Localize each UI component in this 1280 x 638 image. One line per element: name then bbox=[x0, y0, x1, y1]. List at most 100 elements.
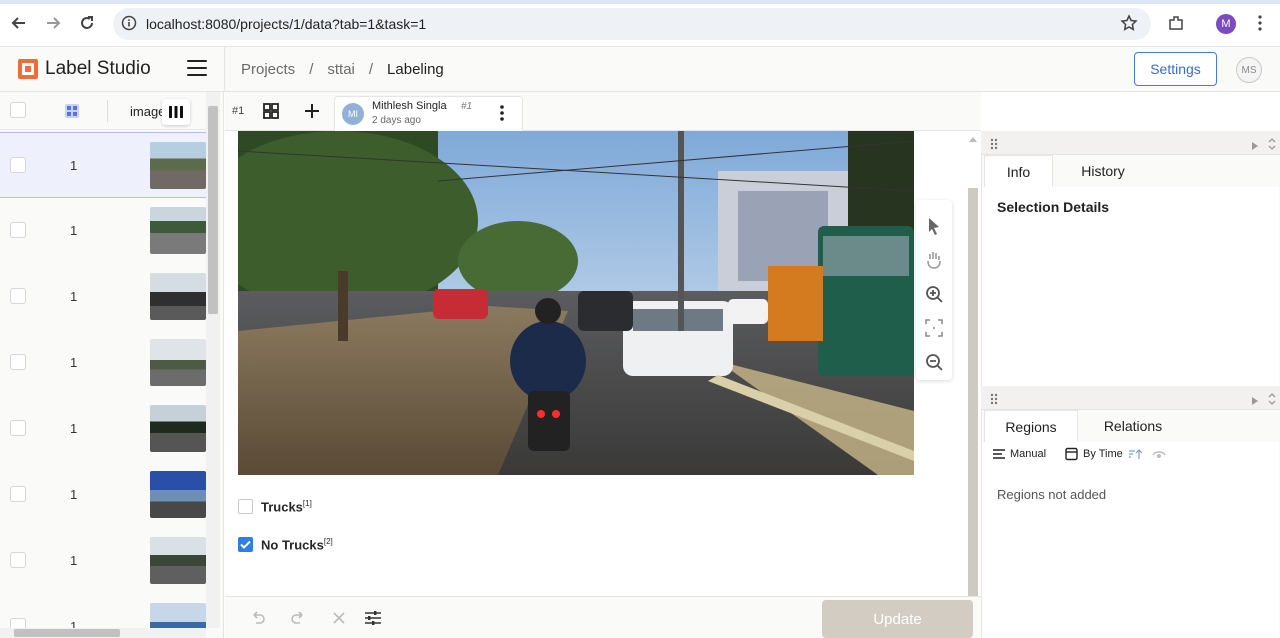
task-id: 1 bbox=[70, 158, 78, 173]
forward-icon[interactable] bbox=[42, 12, 64, 34]
fit-to-screen-icon[interactable] bbox=[924, 318, 944, 338]
annotation-time: 2 days ago bbox=[372, 115, 421, 126]
task-row[interactable]: 1 bbox=[0, 330, 206, 396]
tab-regions[interactable]: Regions bbox=[984, 410, 1078, 442]
task-row[interactable]: 1 bbox=[0, 528, 206, 594]
task-thumbnail bbox=[150, 405, 206, 452]
annotation-menu-icon[interactable] bbox=[498, 104, 506, 122]
sort-manual-button[interactable]: Manual bbox=[993, 448, 1046, 460]
choice-label: Trucks bbox=[261, 499, 303, 515]
url-text[interactable]: localhost:8080/projects/1/data?tab=1&tas… bbox=[146, 16, 426, 32]
task-id: 1 bbox=[70, 223, 78, 238]
columns-icon[interactable] bbox=[162, 99, 190, 125]
visibility-toggle-icon[interactable] bbox=[1152, 448, 1166, 460]
grid-view-icon[interactable] bbox=[263, 103, 279, 119]
drag-handle-icon[interactable] bbox=[990, 392, 1000, 405]
task-id: 1 bbox=[70, 553, 78, 568]
pointer-tool-icon[interactable] bbox=[924, 216, 944, 236]
info-panel-body bbox=[982, 187, 1279, 387]
logo-text: Label Studio bbox=[45, 58, 151, 79]
redo-icon[interactable] bbox=[289, 609, 307, 627]
reload-icon[interactable] bbox=[76, 12, 98, 34]
task-thumbnail bbox=[150, 537, 206, 584]
choice-hotkey: [1] bbox=[302, 499, 312, 508]
app-logo[interactable]: Label Studio bbox=[17, 58, 151, 80]
breadcrumb-separator: / bbox=[309, 61, 314, 78]
update-button[interactable]: Update bbox=[822, 600, 973, 638]
task-list: image 1 1 1 1 1 1 1 1 bbox=[0, 92, 224, 638]
breadcrumb-project[interactable]: sttai bbox=[327, 61, 355, 78]
row-checkbox[interactable] bbox=[10, 420, 26, 436]
expand-panel-icon[interactable] bbox=[1267, 392, 1277, 405]
choice-checkbox-checked[interactable] bbox=[238, 537, 253, 553]
task-list-scrollbar[interactable] bbox=[206, 92, 220, 628]
annotator-avatar: MI bbox=[342, 103, 364, 125]
breadcrumb-current: Labeling bbox=[387, 61, 444, 78]
annotation-number: #1 bbox=[461, 101, 473, 112]
choice-trucks[interactable]: Trucks[1] bbox=[238, 499, 312, 514]
collapse-panel-icon[interactable] bbox=[1251, 138, 1259, 150]
label-studio-logo-icon bbox=[17, 58, 39, 80]
row-checkbox[interactable] bbox=[10, 354, 26, 370]
row-checkbox[interactable] bbox=[10, 552, 26, 568]
selection-details-title: Selection Details bbox=[997, 199, 1110, 215]
row-checkbox[interactable] bbox=[10, 222, 26, 238]
choice-checkbox[interactable] bbox=[238, 499, 253, 515]
back-icon[interactable] bbox=[8, 12, 30, 34]
undo-icon[interactable] bbox=[249, 609, 267, 627]
task-row[interactable]: 1 bbox=[0, 264, 206, 330]
sort-by-time-button[interactable]: By Time bbox=[1065, 447, 1142, 461]
breadcrumb-projects[interactable]: Projects bbox=[241, 61, 295, 78]
task-thumbnail bbox=[150, 339, 206, 386]
task-list-header: image bbox=[0, 92, 206, 130]
settings-button[interactable]: Settings bbox=[1134, 52, 1217, 86]
task-row[interactable]: 1 bbox=[0, 132, 206, 198]
user-avatar[interactable]: MS bbox=[1236, 57, 1262, 83]
extensions-icon[interactable] bbox=[1165, 12, 1187, 34]
annotation-id: #1 bbox=[232, 105, 245, 117]
task-id-column-icon[interactable] bbox=[64, 103, 80, 119]
task-id: 1 bbox=[70, 289, 78, 304]
browser-menu-icon[interactable] bbox=[1249, 12, 1271, 34]
task-id: 1 bbox=[70, 421, 78, 436]
task-id: 1 bbox=[70, 355, 78, 370]
annotator-name: Mithlesh Singla bbox=[372, 100, 447, 112]
task-list-hscrollbar[interactable] bbox=[0, 628, 206, 638]
row-checkbox[interactable] bbox=[10, 486, 26, 502]
task-row[interactable]: 1 bbox=[0, 396, 206, 462]
select-all-checkbox[interactable] bbox=[10, 102, 26, 118]
browser-tab-strip bbox=[0, 0, 1280, 4]
collapse-panel-icon[interactable] bbox=[1251, 393, 1259, 405]
pan-tool-icon[interactable] bbox=[924, 250, 944, 270]
drag-handle-icon[interactable] bbox=[990, 137, 1000, 150]
reset-icon[interactable] bbox=[332, 611, 346, 625]
main-menu-icon[interactable] bbox=[187, 60, 207, 78]
task-row[interactable]: 1 bbox=[0, 198, 206, 264]
scroll-up-arrow-icon[interactable] bbox=[969, 137, 977, 142]
choice-label: No Trucks bbox=[261, 537, 324, 553]
list-icon bbox=[993, 449, 1005, 459]
image-column-header[interactable]: image bbox=[130, 104, 165, 119]
tab-info[interactable]: Info bbox=[984, 155, 1053, 187]
row-checkbox[interactable] bbox=[10, 288, 26, 304]
add-annotation-icon[interactable] bbox=[304, 103, 320, 119]
bookmark-star-icon[interactable] bbox=[1118, 12, 1140, 34]
breadcrumb-separator: / bbox=[368, 61, 374, 78]
main-scrollbar[interactable] bbox=[966, 131, 980, 596]
row-checkbox[interactable] bbox=[10, 157, 26, 173]
zoom-out-icon[interactable] bbox=[924, 352, 944, 372]
tab-relations[interactable]: Relations bbox=[1088, 410, 1178, 442]
regions-panel-body bbox=[982, 442, 1279, 638]
task-image[interactable] bbox=[238, 131, 914, 475]
zoom-in-icon[interactable] bbox=[924, 284, 944, 304]
settings-sliders-icon[interactable] bbox=[364, 609, 382, 627]
choice-no-trucks[interactable]: No Trucks[2] bbox=[238, 537, 333, 552]
expand-panel-icon[interactable] bbox=[1267, 137, 1277, 150]
header-divider bbox=[224, 47, 225, 92]
task-id: 1 bbox=[70, 487, 78, 502]
browser-profile-avatar[interactable]: M bbox=[1216, 14, 1236, 34]
site-info-icon[interactable] bbox=[118, 12, 140, 34]
task-row[interactable]: 1 bbox=[0, 462, 206, 528]
breadcrumb: Projects / sttai / Labeling bbox=[241, 61, 444, 78]
tab-history[interactable]: History bbox=[1058, 155, 1148, 187]
